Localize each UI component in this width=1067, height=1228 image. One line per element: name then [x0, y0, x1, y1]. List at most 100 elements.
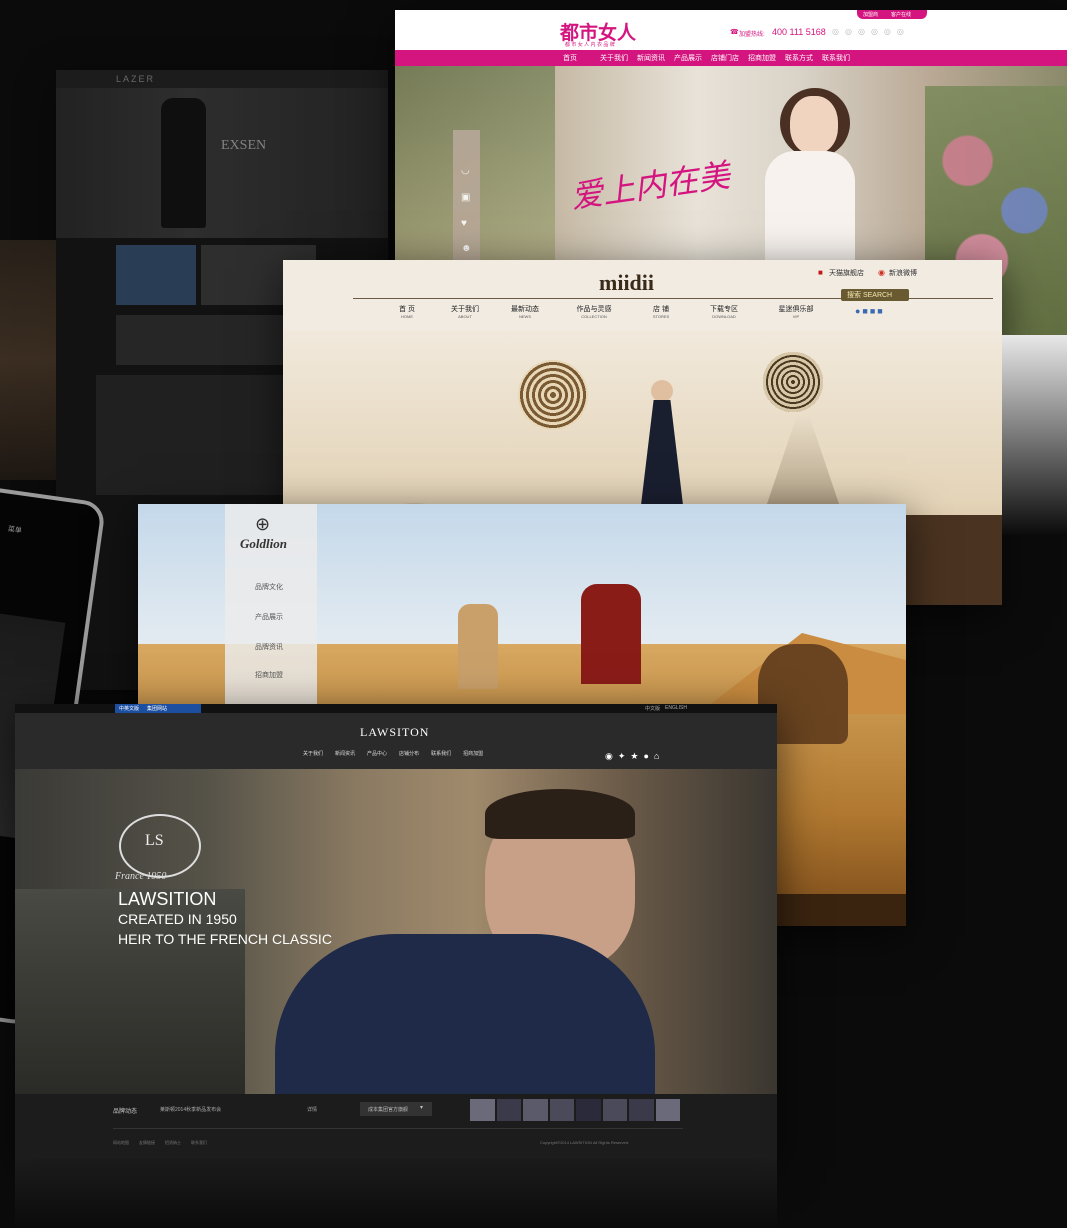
- pink-nav-item[interactable]: 新闻资讯: [637, 53, 674, 63]
- lawsition-model-hair: [485, 789, 635, 839]
- chevron-down-icon: ▾: [420, 1105, 424, 1111]
- pink-nav-item[interactable]: 联系我们: [822, 53, 859, 63]
- miidii-search-label: 搜索 SEARCH: [847, 292, 893, 299]
- miidii-pompom: [763, 352, 823, 412]
- social-icons[interactable]: ●■■■: [855, 306, 885, 316]
- miidii-nav-item[interactable]: 关于我们 ABOUT: [436, 304, 494, 319]
- user-icon[interactable]: ☻: [461, 243, 472, 254]
- reflection-gradient: [1002, 335, 1067, 535]
- lawsition-thumb[interactable]: [629, 1099, 654, 1121]
- lawsition-top-link[interactable]: ENGLISH: [665, 705, 687, 711]
- lawsition-nav-item[interactable]: 店铺分布: [399, 750, 419, 757]
- miidii-nav: 首 页 HOME 关于我们 ABOUT 最新动态 NEWS 作品与灵感 COLLECTI…: [378, 304, 834, 319]
- miidii-search-button[interactable]: 搜索 SEARCH: [841, 289, 909, 301]
- miidii-nav-item[interactable]: 店 铺 STORES: [632, 304, 690, 319]
- miidii-model-dress: [641, 400, 683, 505]
- bg-site-hero-title: EXSEN: [221, 138, 267, 153]
- lawsition-thumb-strip: [470, 1099, 680, 1121]
- miidii-nav-item[interactable]: 星迷俱乐部 VIP: [758, 304, 834, 319]
- lawsition-footer-link[interactable]: 友情链接: [139, 1140, 155, 1146]
- pink-nav-item[interactable]: 首页: [563, 53, 600, 63]
- crest-monogram: LS: [145, 832, 164, 849]
- miidii-top-link[interactable]: 新浪微博: [889, 268, 917, 278]
- miidii-wood-strip: [903, 515, 1002, 605]
- lawsition-thumb[interactable]: [549, 1099, 574, 1121]
- lawsition-thumb[interactable]: [576, 1099, 601, 1121]
- pink-hero-caption: 爱上内在美: [568, 156, 733, 216]
- goldlion-man: [581, 584, 641, 684]
- pink-top-link[interactable]: 客户在线: [891, 11, 911, 18]
- goldlion-nav-item[interactable]: 招商加盟: [255, 670, 283, 680]
- pink-nav-item[interactable]: 产品展示: [674, 53, 711, 63]
- lawsition-logo[interactable]: LAWSITON: [360, 725, 429, 740]
- lawsition-footer-link[interactable]: 招贤纳士: [165, 1140, 181, 1146]
- lawsition-nav-item[interactable]: 关于我们: [303, 750, 323, 757]
- divider: [113, 1128, 683, 1129]
- pink-site-nav: 首页 关于我们 新闻资讯 产品展示 店铺门店 招商加盟 联系方式 联系我们: [395, 50, 1067, 66]
- miidii-logo[interactable]: miidii: [599, 270, 654, 296]
- miidii-top-link[interactable]: 天猫旗舰店: [829, 268, 864, 278]
- lawsition-copyright: Copyright©2014 LAWSITION All Rights Rese…: [540, 1140, 630, 1145]
- lawsition-nav: 关于我们 新闻资讯 产品中心 店铺分布 联系我们 招商加盟: [303, 750, 483, 757]
- lawsition-thumb[interactable]: [602, 1099, 627, 1121]
- social-icons[interactable]: ◉✦★●⌂: [605, 751, 664, 762]
- pink-nav-item[interactable]: 联系方式: [785, 53, 822, 63]
- lawsition-thumb[interactable]: [655, 1099, 680, 1121]
- lawsition-crest: LS: [119, 814, 201, 878]
- miidii-nav-item[interactable]: 下载专区 DOWNLOAD: [690, 304, 758, 319]
- lawsition-thumb[interactable]: [496, 1099, 521, 1121]
- lawsition-nav-item[interactable]: 产品中心: [367, 750, 387, 757]
- model-face: [790, 96, 838, 154]
- goldlion-nav-item[interactable]: 品牌文化: [255, 582, 283, 592]
- bg-site-header: LAZER: [56, 70, 388, 88]
- lawsition-hero-line2: HEIR TO THE FRENCH CLASSIC: [118, 931, 332, 947]
- lawsition-hero-title: LAWSITION: [118, 889, 217, 909]
- lawsition-footer-link[interactable]: 网站地图: [113, 1140, 129, 1146]
- pink-phone-label: 加盟热线:: [739, 32, 765, 38]
- bg-site-logo: LAZER: [116, 74, 156, 84]
- social-icons[interactable]: ◎◎◎◎◎◎: [832, 27, 910, 36]
- lawsition-nav-item[interactable]: 招商加盟: [463, 750, 483, 757]
- heart-icon[interactable]: ♥: [461, 218, 467, 229]
- lawsition-select-value: 成本集团官方旗舰: [368, 1107, 409, 1113]
- lawsition-top-link[interactable]: 中文版: [645, 705, 660, 712]
- pink-nav-item[interactable]: 关于我们: [600, 53, 637, 63]
- lawsition-thumb[interactable]: [523, 1099, 548, 1121]
- lawsition-more-link[interactable]: 详情: [307, 1106, 317, 1113]
- background-photo-strip: [0, 240, 56, 480]
- lawsition-model-sweater: [275, 934, 655, 1094]
- lawsition-footer: 品牌动态 莱斯顿2014秋季新品发布会 详情 成本集团官方旗舰 ▾ 网站地图 友…: [15, 1094, 777, 1159]
- lawsition-nav-item[interactable]: 新闻资讯: [335, 750, 355, 757]
- pink-top-link[interactable]: 加盟商: [863, 11, 878, 18]
- model-dress: [765, 151, 855, 261]
- lawsition-news-text[interactable]: 莱斯顿2014秋季新品发布会: [160, 1106, 221, 1113]
- box-icon[interactable]: ▣: [461, 192, 470, 203]
- lawsition-footer-links: 网站地图 友情链接 招贤纳士 联系我们: [113, 1140, 207, 1146]
- lawsition-site-screenshot: 中英文版 集团网站 中文版 ENGLISH LAWSITON 关于我们 新闻资讯…: [15, 704, 777, 1159]
- miidii-sunflower: [518, 360, 588, 430]
- bg-site-thumb[interactable]: [116, 245, 196, 305]
- pink-nav-item[interactable]: 招商加盟: [748, 53, 785, 63]
- lawsition-footer-link[interactable]: 联系我们: [191, 1140, 207, 1146]
- pink-phone-number: 400 111 5168: [772, 27, 826, 37]
- lawsition-top-link[interactable]: 集团网站: [147, 705, 167, 712]
- miidii-nav-item[interactable]: 首 页 HOME: [378, 304, 436, 319]
- pink-side-toolbar: ◡ ▣ ♥ ☻: [453, 130, 480, 265]
- lawsition-nav-item[interactable]: 联系我们: [431, 750, 451, 757]
- lawsition-select[interactable]: 成本集团官方旗舰 ▾: [360, 1102, 432, 1116]
- lawsition-top-link[interactable]: 中英文版: [119, 705, 139, 712]
- pink-nav-item[interactable]: 店铺门店: [711, 53, 748, 63]
- bra-icon[interactable]: ◡: [461, 165, 470, 176]
- goldlion-logo[interactable]: Goldlion: [240, 536, 287, 552]
- lawsition-crest-text: France 1950: [115, 871, 167, 882]
- miidii-nav-item[interactable]: 最新动态 NEWS: [494, 304, 556, 319]
- goldlion-nav-item[interactable]: 产品展示: [255, 612, 283, 622]
- miidii-nav-item[interactable]: 作品与灵感 COLLECTION: [556, 304, 632, 319]
- lawsition-topbar-tabs: 中英文版 集团网站: [115, 704, 201, 713]
- goldlion-nav-item[interactable]: 品牌资讯: [255, 642, 283, 652]
- pink-top-links: 加盟商 客户在线: [857, 10, 927, 19]
- lawsition-topbar: 中英文版 集团网站 中文版 ENGLISH: [15, 704, 777, 713]
- miidii-header: miidii ■ 天猫旗舰店 ◉ 新浪微博 搜索 SEARCH 首 页 HOME …: [283, 260, 1002, 330]
- lawsition-thumb[interactable]: [470, 1099, 495, 1121]
- lawsition-reflection: [15, 1159, 777, 1228]
